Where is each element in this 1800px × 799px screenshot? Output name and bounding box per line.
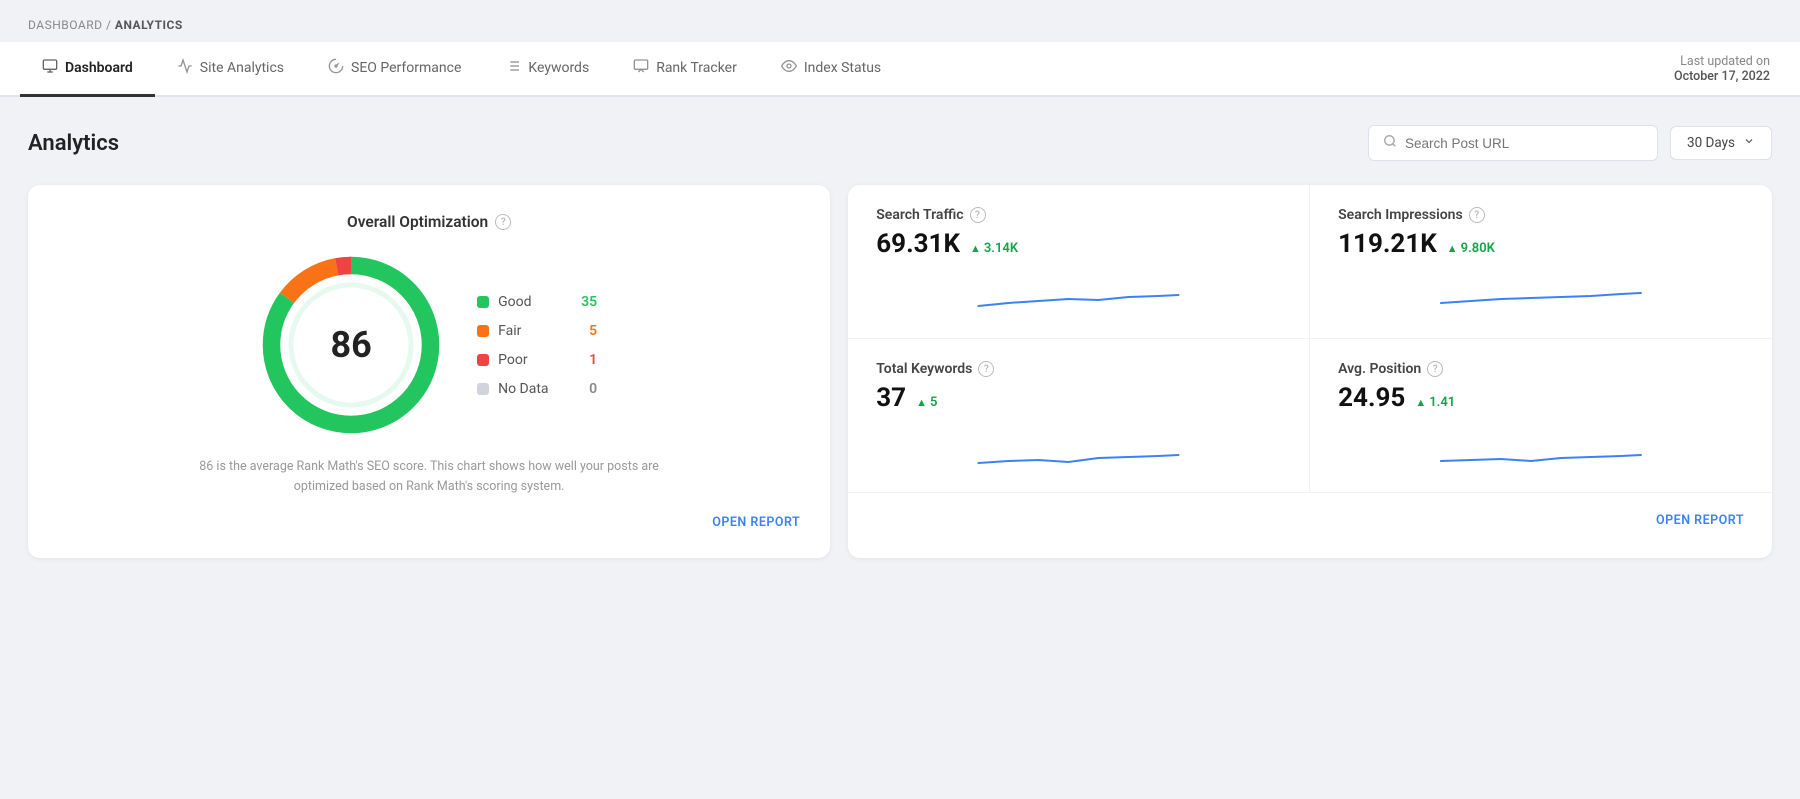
- tab-dashboard-label: Dashboard: [65, 60, 133, 76]
- avg-position-help-icon[interactable]: ?: [1427, 361, 1443, 377]
- search-traffic-sparkline: [876, 271, 1281, 316]
- search-url-container: [1368, 125, 1658, 161]
- search-traffic-help-icon[interactable]: ?: [970, 207, 986, 223]
- legend: Good 35 Fair 5 Poor 1 N: [477, 294, 597, 397]
- search-impressions-change: ▲ 9.80K: [1447, 241, 1495, 256]
- search-traffic-label: Search Traffic ?: [876, 207, 1281, 223]
- up-arrow-icon: ▲: [1415, 396, 1426, 409]
- tabs-bar: Dashboard Site Analytics SEO Performance…: [0, 42, 1800, 97]
- legend-good-label: Good: [498, 294, 568, 310]
- main-content: Analytics 30 Days Overall Optimization ?: [0, 97, 1800, 586]
- breadcrumb-separator: /: [106, 18, 115, 32]
- days-dropdown-label: 30 Days: [1687, 135, 1735, 151]
- list-icon: [505, 58, 521, 78]
- search-impressions-value: 119.21K: [1338, 229, 1437, 259]
- avg-position-value: 24.95: [1338, 383, 1405, 413]
- up-arrow-icon: ▲: [970, 242, 981, 255]
- tab-site-analytics-label: Site Analytics: [200, 60, 284, 76]
- tab-dashboard[interactable]: Dashboard: [20, 42, 155, 97]
- donut-chart: 86: [261, 255, 441, 435]
- header-controls: 30 Days: [1368, 125, 1772, 161]
- tabs-list: Dashboard Site Analytics SEO Performance…: [20, 42, 903, 95]
- page-title: Analytics: [28, 131, 119, 156]
- right-card-footer: OPEN REPORT: [848, 492, 1772, 540]
- search-icon: [1383, 134, 1397, 152]
- search-impressions-value-row: 119.21K ▲ 9.80K: [1338, 229, 1744, 259]
- tab-seo-performance-label: SEO Performance: [351, 60, 461, 76]
- tab-keywords-label: Keywords: [528, 60, 589, 76]
- chevron-down-icon: [1743, 135, 1755, 151]
- metric-total-keywords: Total Keywords ? 37 ▲ 5: [848, 339, 1310, 492]
- eye-icon: [781, 58, 797, 78]
- search-traffic-change: ▲ 3.14K: [970, 241, 1018, 256]
- cards-row: Overall Optimization ?: [28, 185, 1772, 558]
- breadcrumb-current: ANALYTICS: [115, 18, 183, 32]
- metric-avg-position: Avg. Position ? 24.95 ▲ 1.41: [1310, 339, 1772, 492]
- tab-rank-tracker-label: Rank Tracker: [656, 60, 737, 76]
- breadcrumb-parent[interactable]: DASHBOARD: [28, 18, 102, 32]
- total-keywords-label: Total Keywords ?: [876, 361, 1281, 377]
- search-traffic-value-row: 69.31K ▲ 3.14K: [876, 229, 1281, 259]
- avg-position-change: ▲ 1.41: [1415, 395, 1455, 410]
- search-traffic-value: 69.31K: [876, 229, 960, 259]
- tab-index-status-label: Index Status: [804, 60, 881, 76]
- legend-fair-label: Fair: [498, 323, 568, 339]
- legend-poor: Poor 1: [477, 352, 597, 368]
- last-updated: Last updated on October 17, 2022: [1674, 54, 1780, 84]
- metrics-card: Search Traffic ? 69.31K ▲ 3.14K: [848, 185, 1772, 558]
- avg-position-value-row: 24.95 ▲ 1.41: [1338, 383, 1744, 413]
- legend-poor-value: 1: [577, 352, 597, 368]
- metrics-grid: Search Traffic ? 69.31K ▲ 3.14K: [848, 185, 1772, 492]
- last-updated-label: Last updated on: [1674, 54, 1770, 69]
- gauge-icon: [328, 58, 344, 78]
- legend-fair-dot: [477, 325, 489, 337]
- legend-fair: Fair 5: [477, 323, 597, 339]
- up-arrow-icon: ▲: [916, 396, 927, 409]
- legend-no-data: No Data 0: [477, 381, 597, 397]
- avg-position-sparkline: [1338, 425, 1744, 470]
- search-impressions-help-icon[interactable]: ?: [1469, 207, 1485, 223]
- optimization-title: Overall Optimization ?: [347, 213, 511, 231]
- monitor-icon: [42, 58, 58, 78]
- metric-search-traffic: Search Traffic ? 69.31K ▲ 3.14K: [848, 185, 1310, 339]
- open-report-link-left[interactable]: OPEN REPORT: [712, 515, 800, 530]
- legend-poor-label: Poor: [498, 352, 568, 368]
- legend-good-dot: [477, 296, 489, 308]
- total-keywords-sparkline: [876, 425, 1281, 470]
- total-keywords-change: ▲ 5: [916, 395, 937, 410]
- donut-score: 86: [330, 324, 371, 366]
- tab-site-analytics[interactable]: Site Analytics: [155, 42, 306, 97]
- tab-seo-performance[interactable]: SEO Performance: [306, 42, 483, 97]
- tab-rank-tracker[interactable]: Rank Tracker: [611, 42, 759, 97]
- legend-no-data-label: No Data: [498, 381, 568, 397]
- optimization-card: Overall Optimization ?: [28, 185, 830, 558]
- legend-good: Good 35: [477, 294, 597, 310]
- open-report-link-right[interactable]: OPEN REPORT: [1656, 513, 1744, 528]
- legend-fair-value: 5: [577, 323, 597, 339]
- tab-keywords[interactable]: Keywords: [483, 42, 611, 97]
- search-url-input[interactable]: [1405, 136, 1643, 151]
- optimization-description: 86 is the average Rank Math's SEO score.…: [189, 457, 669, 497]
- rank-tracker-icon: [633, 58, 649, 78]
- total-keywords-help-icon[interactable]: ?: [978, 361, 994, 377]
- donut-area: 86 Good 35 Fair 5: [58, 255, 800, 435]
- optimization-help-icon[interactable]: ?: [495, 214, 511, 230]
- legend-no-data-value: 0: [577, 381, 597, 397]
- chart-line-icon: [177, 58, 193, 78]
- avg-position-label: Avg. Position ?: [1338, 361, 1744, 377]
- days-dropdown[interactable]: 30 Days: [1670, 126, 1772, 160]
- legend-good-value: 35: [577, 294, 597, 310]
- metric-search-impressions: Search Impressions ? 119.21K ▲ 9.80K: [1310, 185, 1772, 339]
- legend-no-data-dot: [477, 383, 489, 395]
- total-keywords-value-row: 37 ▲ 5: [876, 383, 1281, 413]
- breadcrumb: DASHBOARD / ANALYTICS: [0, 0, 1800, 42]
- search-impressions-sparkline: [1338, 271, 1744, 316]
- tab-index-status[interactable]: Index Status: [759, 42, 903, 97]
- search-impressions-label: Search Impressions ?: [1338, 207, 1744, 223]
- last-updated-date: October 17, 2022: [1674, 69, 1770, 84]
- analytics-header: Analytics 30 Days: [28, 125, 1772, 161]
- up-arrow-icon: ▲: [1447, 242, 1458, 255]
- legend-poor-dot: [477, 354, 489, 366]
- total-keywords-value: 37: [876, 383, 906, 413]
